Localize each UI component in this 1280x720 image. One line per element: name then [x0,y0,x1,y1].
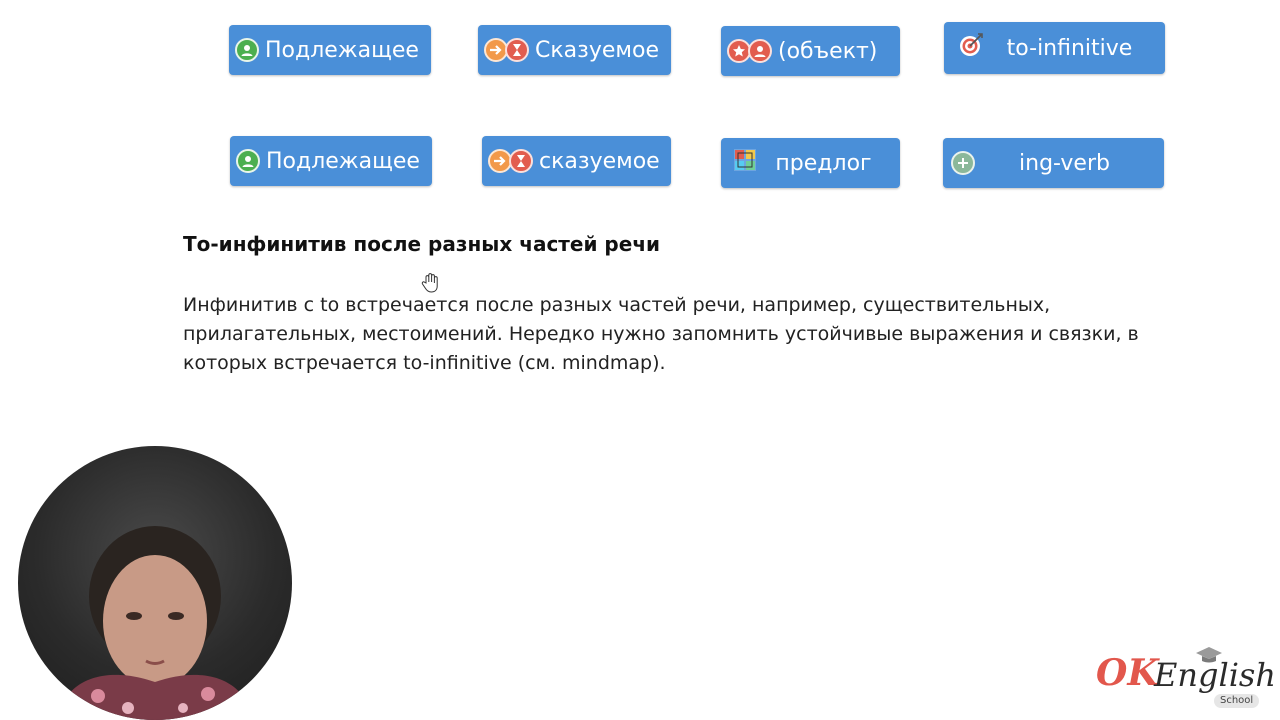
object-button[interactable]: (объект) [721,26,900,76]
person-icon [235,38,259,62]
hourglass-icon [509,149,533,173]
to-infinitive-label: to-infinitive [1006,35,1133,61]
to-infinitive-button[interactable]: to-infinitive [944,22,1165,74]
person-icon [236,149,260,173]
predicate-button-2[interactable]: сказуемое [482,136,671,186]
person-icon [748,39,772,63]
subject-button-2[interactable]: Подлежащее [230,136,432,186]
webcam-video [18,446,292,720]
subject-label-2: Подлежащее [266,148,420,174]
predicate-button[interactable]: Сказуемое [478,25,671,75]
plus-circle-icon [951,151,975,175]
ing-verb-button[interactable]: ing-verb [943,138,1164,188]
section-heading: То-инфинитив после разных частей речи [183,232,661,256]
predicate-label-2: сказуемое [539,148,660,174]
logo-ok: OK [1096,652,1159,694]
subject-label: Подлежащее [265,37,419,63]
object-label: (объект) [778,38,878,64]
section-paragraph: Инфинитив с to встречается после разных … [183,294,1139,374]
logo-school: School [1214,694,1260,708]
ok-english-logo: OK English School [1096,646,1276,710]
presenter-image [58,526,252,720]
logo-english: English [1154,656,1276,694]
target-icon [958,32,984,64]
predicate-label: Сказуемое [535,37,659,63]
ing-verb-label: ing-verb [1019,150,1110,176]
preposition-label: предлог [775,150,872,176]
grid-icon [733,148,757,178]
hourglass-icon [505,38,529,62]
preposition-button[interactable]: предлог [721,138,900,188]
subject-button[interactable]: Подлежащее [229,25,431,75]
